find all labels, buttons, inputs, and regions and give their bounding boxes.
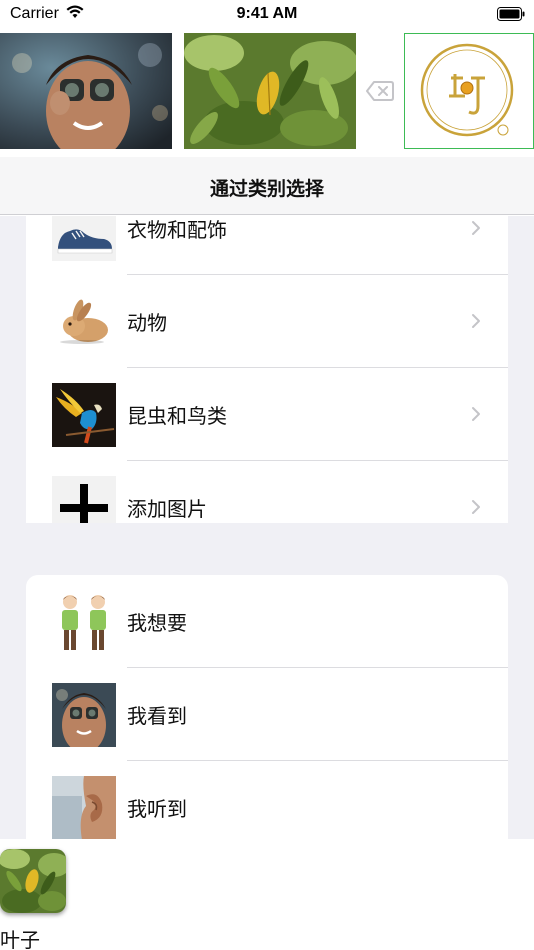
ear-photo-icon: [52, 776, 116, 839]
phrase-label: 我看到: [127, 704, 187, 728]
selected-item-label: 叶子: [0, 928, 40, 950]
leaves-photo-icon: [0, 849, 66, 913]
selected-item-button[interactable]: [0, 849, 66, 913]
category-label: 添加图片: [127, 497, 207, 521]
status-bar: Carrier 9:41 AM: [0, 0, 534, 30]
current-selection: 叶子: [0, 839, 534, 950]
battery-icon: [497, 7, 525, 21]
gold-circle-logo-icon: [420, 43, 514, 137]
page-title: 通过类别选择: [209, 178, 324, 200]
rabbit-photo-icon: [52, 290, 116, 354]
chevron-right-icon: [472, 407, 480, 421]
selected-images-strip: [0, 33, 534, 149]
two-women-photo-icon: [52, 590, 116, 654]
category-row-add-image[interactable]: 添加图片: [26, 461, 508, 523]
logo-tile[interactable]: [404, 33, 534, 149]
chevron-right-icon: [472, 221, 480, 235]
backspace-icon[interactable]: [366, 80, 394, 102]
strip-image-binoculars[interactable]: [0, 33, 172, 149]
phrase-label: 我听到: [127, 797, 187, 821]
chevron-right-icon: [472, 314, 480, 328]
strip-image-leaves[interactable]: [184, 33, 356, 149]
status-time: 9:41 AM: [236, 5, 298, 22]
navigation-bar: 通过类别选择: [0, 157, 534, 215]
person-binoculars-photo-icon: [52, 683, 116, 747]
category-row-animals[interactable]: 动物: [26, 275, 508, 368]
plus-icon: [52, 476, 116, 523]
table-right-gutter: [508, 216, 534, 523]
phrase-row-see[interactable]: 我看到: [26, 668, 508, 761]
shoe-photo-icon: [52, 216, 116, 261]
chevron-right-icon: [472, 500, 480, 514]
categories-section: 衣物和配饰 动物 昆虫和鸟类 添加图片: [26, 216, 508, 523]
parrot-photo-icon: [52, 383, 116, 447]
leaves-photo-icon: [184, 33, 356, 149]
person-binoculars-photo-icon: [0, 33, 172, 149]
category-row-clothing[interactable]: 衣物和配饰: [26, 216, 508, 275]
table-left-gutter: [0, 216, 26, 523]
category-label: 动物: [127, 311, 167, 335]
category-row-insects-birds[interactable]: 昆虫和鸟类: [26, 368, 508, 461]
phrase-row-want[interactable]: 我想要: [26, 575, 508, 668]
category-label: 衣物和配饰: [127, 218, 227, 242]
phrase-row-hear[interactable]: 我听到: [26, 761, 508, 839]
phrases-section: 我想要 我看到 我听到: [26, 575, 508, 839]
category-label: 昆虫和鸟类: [127, 404, 227, 428]
category-table[interactable]: 衣物和配饰 动物 昆虫和鸟类 添加图片 我想要 我看到 我听到: [0, 216, 534, 839]
phrase-label: 我想要: [127, 611, 187, 635]
